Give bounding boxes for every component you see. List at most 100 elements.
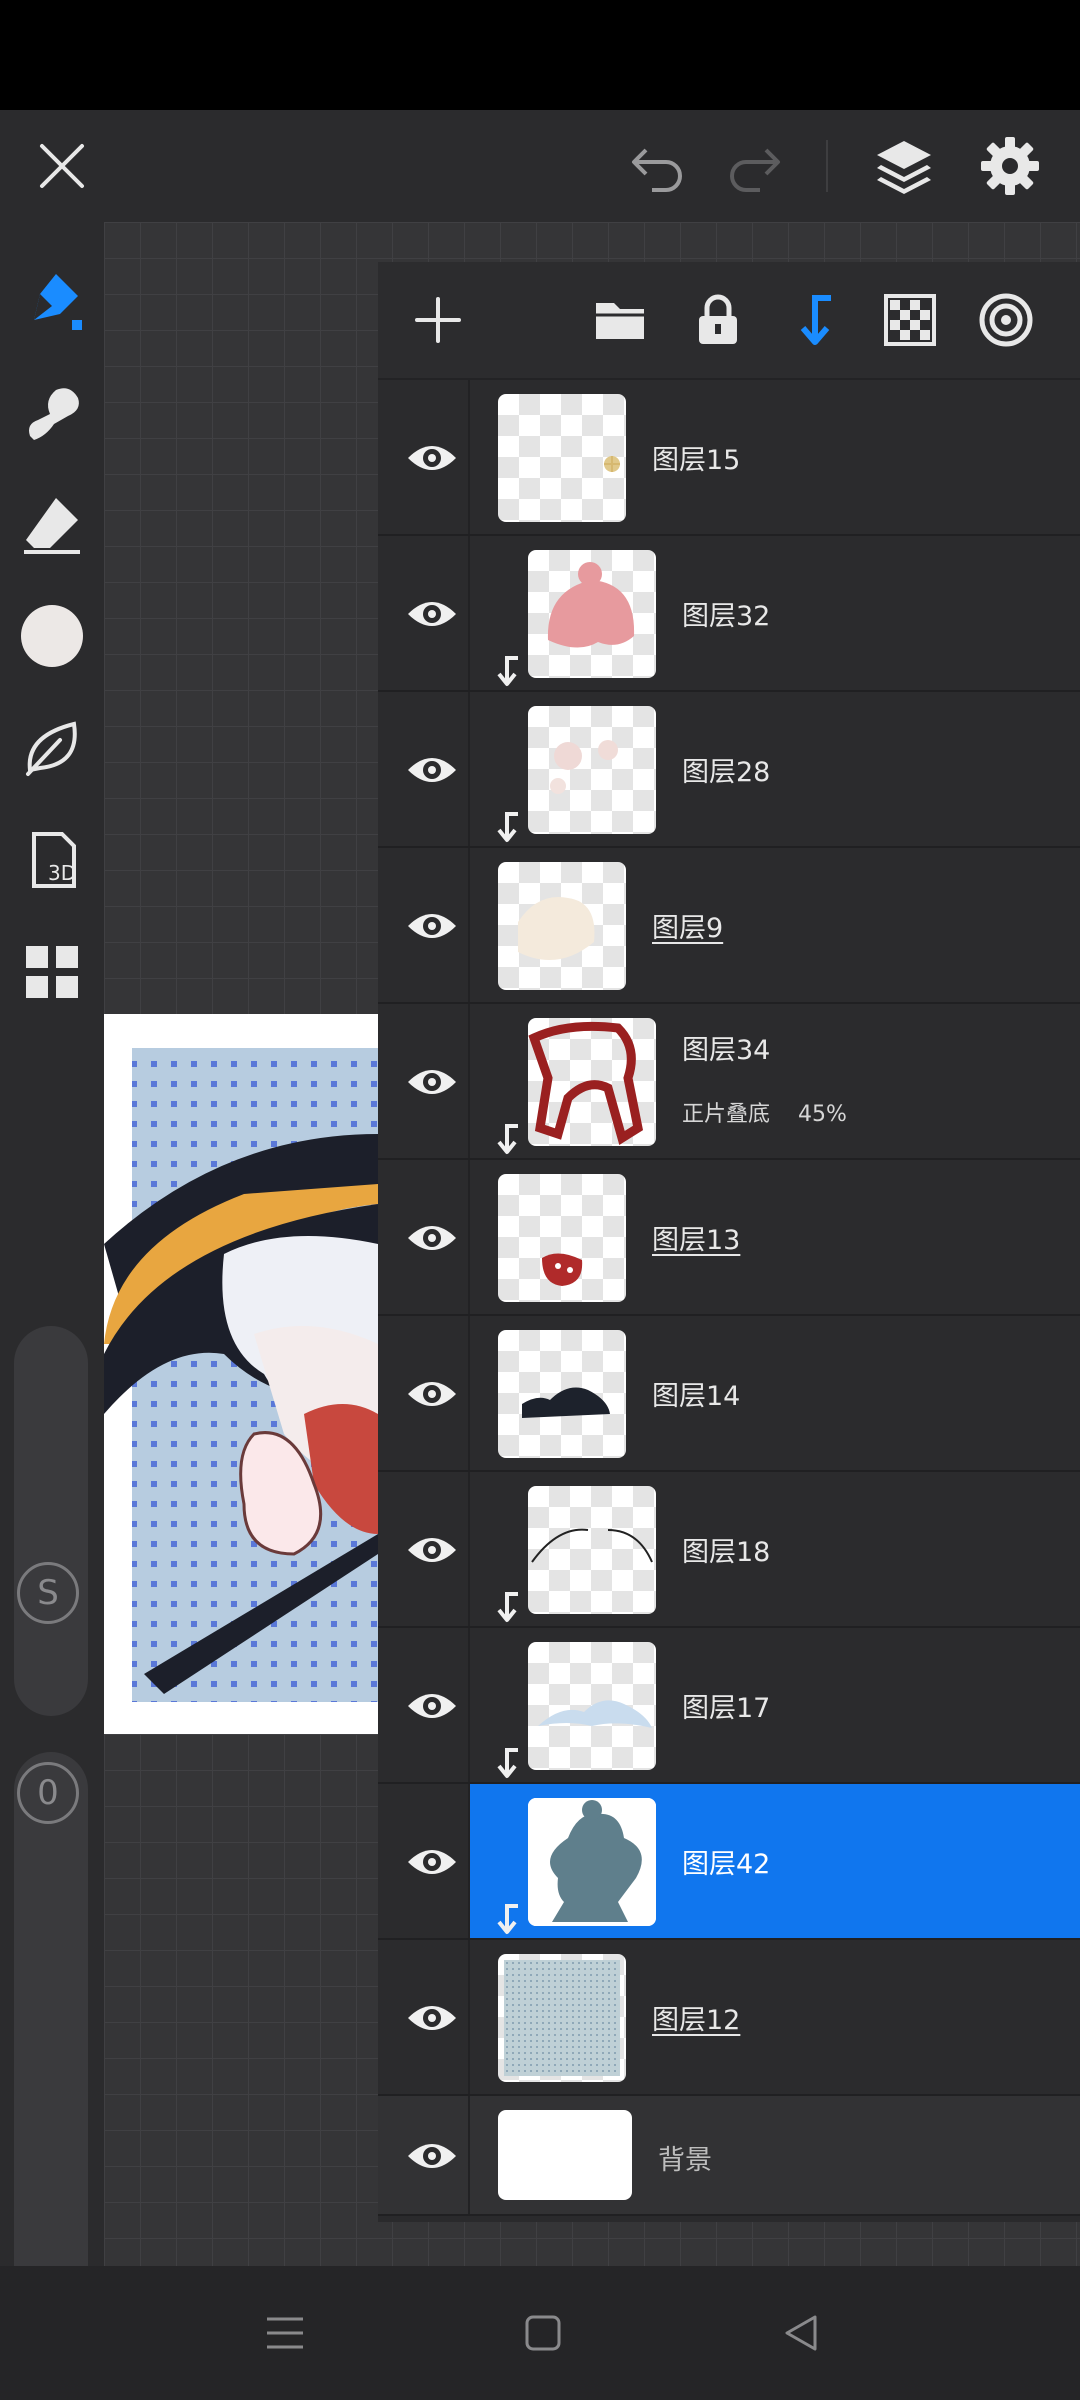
clip-icon[interactable]	[776, 282, 852, 358]
eye-icon[interactable]	[396, 1202, 468, 1274]
eraser-icon[interactable]	[12, 484, 92, 564]
layer-opacity: 45%	[798, 1102, 847, 1127]
layer-row[interactable]: 图层32	[378, 536, 1080, 692]
layer-row[interactable]: 图层12	[378, 1940, 1080, 2096]
eye-icon[interactable]	[396, 1514, 468, 1586]
layer-row[interactable]: 图层34 正片叠底 45%	[378, 1004, 1080, 1160]
layer-thumbnail	[528, 1018, 656, 1146]
navigation-bar	[0, 2266, 1080, 2400]
color-swatch[interactable]	[12, 596, 92, 676]
layer-name: 图层34	[682, 1035, 771, 1066]
brush-icon[interactable]	[12, 260, 92, 340]
layer-row[interactable]: 图层42	[378, 1784, 1080, 1940]
layer-name: 图层18	[682, 1537, 771, 1568]
leaf-icon[interactable]	[12, 708, 92, 788]
layer-thumbnail	[528, 1798, 656, 1926]
lock-icon[interactable]	[680, 282, 756, 358]
layer-name: 图层28	[682, 757, 771, 788]
left-toolbar: 3D S 0	[0, 222, 104, 2348]
add-icon[interactable]	[400, 282, 476, 358]
redo-icon[interactable]	[716, 128, 792, 204]
blend-mode: 正片叠底	[682, 1102, 771, 1127]
layer-thumbnail	[528, 550, 656, 678]
clip-arrow-icon	[492, 1122, 522, 1156]
target-icon[interactable]	[968, 282, 1044, 358]
opacity-slider[interactable]: 0	[14, 1752, 88, 2348]
home-icon[interactable]	[508, 2298, 578, 2368]
layers-toolbar	[378, 262, 1080, 380]
layer-row[interactable]: 图层15	[378, 380, 1080, 536]
layer-name: 图层9	[652, 913, 724, 944]
grid-icon[interactable]	[12, 932, 92, 1012]
layer-thumbnail	[498, 394, 626, 522]
layers-icon[interactable]	[866, 128, 942, 204]
row-divider	[468, 380, 470, 534]
row-divider	[468, 848, 470, 1002]
3d-icon[interactable]: 3D	[12, 820, 92, 900]
layer-row[interactable]: 图层17	[378, 1628, 1080, 1784]
undo-icon[interactable]	[620, 128, 696, 204]
eye-icon[interactable]	[396, 2120, 468, 2192]
opacity-slider-knob[interactable]: 0	[17, 1762, 79, 1824]
row-divider	[468, 1160, 470, 1314]
row-divider	[468, 1004, 470, 1158]
layer-row[interactable]: 图层9	[378, 848, 1080, 1004]
clip-arrow-icon	[492, 1746, 522, 1780]
row-divider	[468, 1784, 470, 1938]
clip-arrow-icon	[492, 654, 522, 688]
close-icon[interactable]	[24, 128, 100, 204]
clip-arrow-icon	[492, 810, 522, 844]
layer-thumbnail	[498, 862, 626, 990]
layer-thumbnail	[528, 706, 656, 834]
menu-icon[interactable]	[250, 2298, 320, 2368]
row-divider	[468, 1628, 470, 1782]
transparency-icon[interactable]	[872, 282, 948, 358]
layer-thumbnail	[498, 2110, 632, 2200]
layer-name: 图层32	[682, 601, 771, 632]
eye-icon[interactable]	[396, 1826, 468, 1898]
layer-thumbnail	[498, 1954, 626, 2082]
layer-thumbnail	[498, 1174, 626, 1302]
brush-size-slider[interactable]: S	[14, 1326, 88, 1716]
layer-name: 图层12	[652, 2005, 741, 2036]
layer-thumbnail	[528, 1642, 656, 1770]
eye-icon[interactable]	[396, 1670, 468, 1742]
row-divider	[468, 1472, 470, 1626]
background-layer-row[interactable]: 背景	[378, 2096, 1080, 2216]
layer-name: 图层14	[652, 1381, 741, 1412]
layer-row[interactable]: 图层18	[378, 1472, 1080, 1628]
status-bar	[0, 0, 1080, 110]
layer-name: 背景	[658, 2145, 712, 2176]
eye-icon[interactable]	[396, 890, 468, 962]
eye-icon[interactable]	[396, 1358, 468, 1430]
row-divider	[468, 2096, 470, 2214]
top-bar	[0, 110, 1080, 222]
layer-thumbnail	[528, 1486, 656, 1614]
artwork-canvas[interactable]	[104, 1014, 378, 1734]
eye-icon[interactable]	[396, 1046, 468, 1118]
clip-arrow-icon	[492, 1590, 522, 1624]
row-divider	[468, 536, 470, 690]
eye-icon[interactable]	[396, 1982, 468, 2054]
clip-arrow-icon	[492, 1902, 522, 1936]
layer-thumbnail	[498, 1330, 626, 1458]
eye-icon[interactable]	[396, 734, 468, 806]
layer-list: 图层15 图层32 图层28 图层9 图层34 正片叠底 45% 图层13 图层14 图层18 图层…	[378, 380, 1080, 2216]
layer-row[interactable]: 图层14	[378, 1316, 1080, 1472]
row-divider	[468, 1940, 470, 2094]
layers-panel: 图层15 图层32 图层28 图层9 图层34 正片叠底 45% 图层13 图层14 图层18 图层…	[378, 262, 1080, 2222]
layer-blend-info: 正片叠底 45%	[682, 1096, 847, 1128]
layer-name: 图层42	[682, 1849, 771, 1880]
layer-row[interactable]: 图层28	[378, 692, 1080, 848]
size-slider-knob[interactable]: S	[17, 1562, 79, 1624]
eye-icon[interactable]	[396, 578, 468, 650]
row-divider	[468, 1316, 470, 1470]
back-icon[interactable]	[766, 2298, 836, 2368]
layer-row[interactable]: 图层13	[378, 1160, 1080, 1316]
smudge-icon[interactable]	[12, 372, 92, 452]
folder-icon[interactable]	[582, 282, 658, 358]
eye-icon[interactable]	[396, 422, 468, 494]
gear-icon[interactable]	[972, 128, 1048, 204]
row-divider	[468, 692, 470, 846]
layer-name: 图层17	[682, 1693, 771, 1724]
